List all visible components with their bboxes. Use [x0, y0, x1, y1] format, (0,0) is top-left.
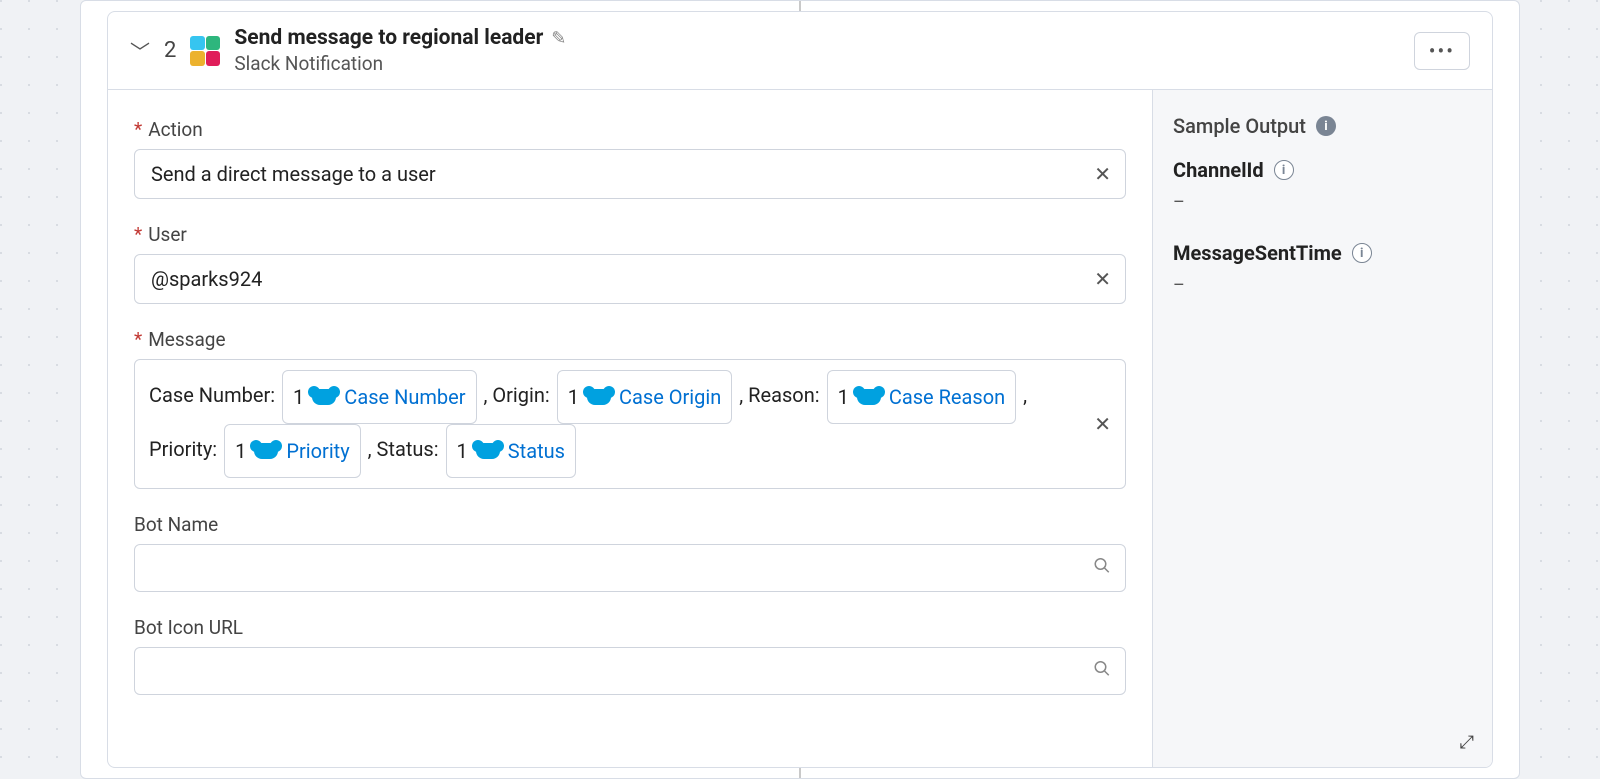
merge-field-pill[interactable]: 1Case Origin	[557, 370, 733, 424]
merge-field-pill[interactable]: 1Status	[446, 424, 576, 478]
step-subtitle: Slack Notification	[234, 52, 566, 75]
user-label: *User	[134, 223, 1126, 246]
salesforce-icon	[857, 389, 881, 405]
step-header: ﹀ 2 Send message to regional leader ✎ Sl…	[108, 12, 1492, 89]
salesforce-icon	[476, 443, 500, 459]
collapse-toggle-icon[interactable]: ﹀	[130, 36, 150, 65]
edit-title-icon[interactable]: ✎	[551, 28, 566, 49]
connector-bottom	[799, 768, 801, 778]
salesforce-icon	[312, 389, 336, 405]
output-field-name: MessageSentTimei	[1173, 241, 1472, 265]
search-icon	[1093, 660, 1111, 683]
output-field-name: ChannelIdi	[1173, 158, 1472, 182]
merge-field-pill[interactable]: 1Case Number	[282, 370, 476, 424]
output-heading: Sample Output	[1173, 114, 1306, 138]
expand-panel-icon[interactable]: ⤢	[1460, 732, 1474, 753]
botname-input[interactable]	[134, 544, 1126, 592]
botname-label: Bot Name	[134, 513, 1126, 536]
clear-action-icon[interactable]: ✕	[1094, 162, 1111, 186]
slack-icon	[190, 36, 220, 66]
search-icon	[1093, 557, 1111, 580]
salesforce-icon	[587, 389, 611, 405]
action-label: *Action	[134, 118, 1126, 141]
merge-field-pill[interactable]: 1Case Reason	[827, 370, 1017, 424]
connector-top	[799, 1, 801, 11]
info-icon[interactable]: i	[1316, 116, 1336, 136]
output-field-value: –	[1173, 275, 1472, 296]
merge-field-pill[interactable]: 1Priority	[224, 424, 361, 478]
step-node: ﹀ 2 Send message to regional leader ✎ Sl…	[107, 11, 1493, 768]
message-input[interactable]: Case Number: 1Case Number , Origin: 1Cas…	[134, 359, 1126, 489]
more-actions-button[interactable]: •••	[1414, 32, 1470, 70]
clear-user-icon[interactable]: ✕	[1094, 267, 1111, 291]
form-panel: *Action Send a direct message to a user …	[108, 90, 1152, 767]
user-input[interactable]: @sparks924 ✕	[134, 254, 1126, 304]
message-label: *Message	[134, 328, 1126, 351]
clear-message-icon[interactable]: ✕	[1094, 402, 1111, 446]
action-input[interactable]: Send a direct message to a user ✕	[134, 149, 1126, 199]
info-icon[interactable]: i	[1274, 160, 1294, 180]
boticon-label: Bot Icon URL	[134, 616, 1126, 639]
boticon-input[interactable]	[134, 647, 1126, 695]
step-number: 2	[164, 38, 176, 63]
output-panel: Sample Output i ChannelIdi – MessageSentTi…	[1152, 90, 1492, 767]
step-title: Send message to regional leader	[234, 26, 543, 50]
output-field-value: –	[1173, 192, 1472, 213]
salesforce-icon	[254, 443, 278, 459]
info-icon[interactable]: i	[1352, 243, 1372, 263]
